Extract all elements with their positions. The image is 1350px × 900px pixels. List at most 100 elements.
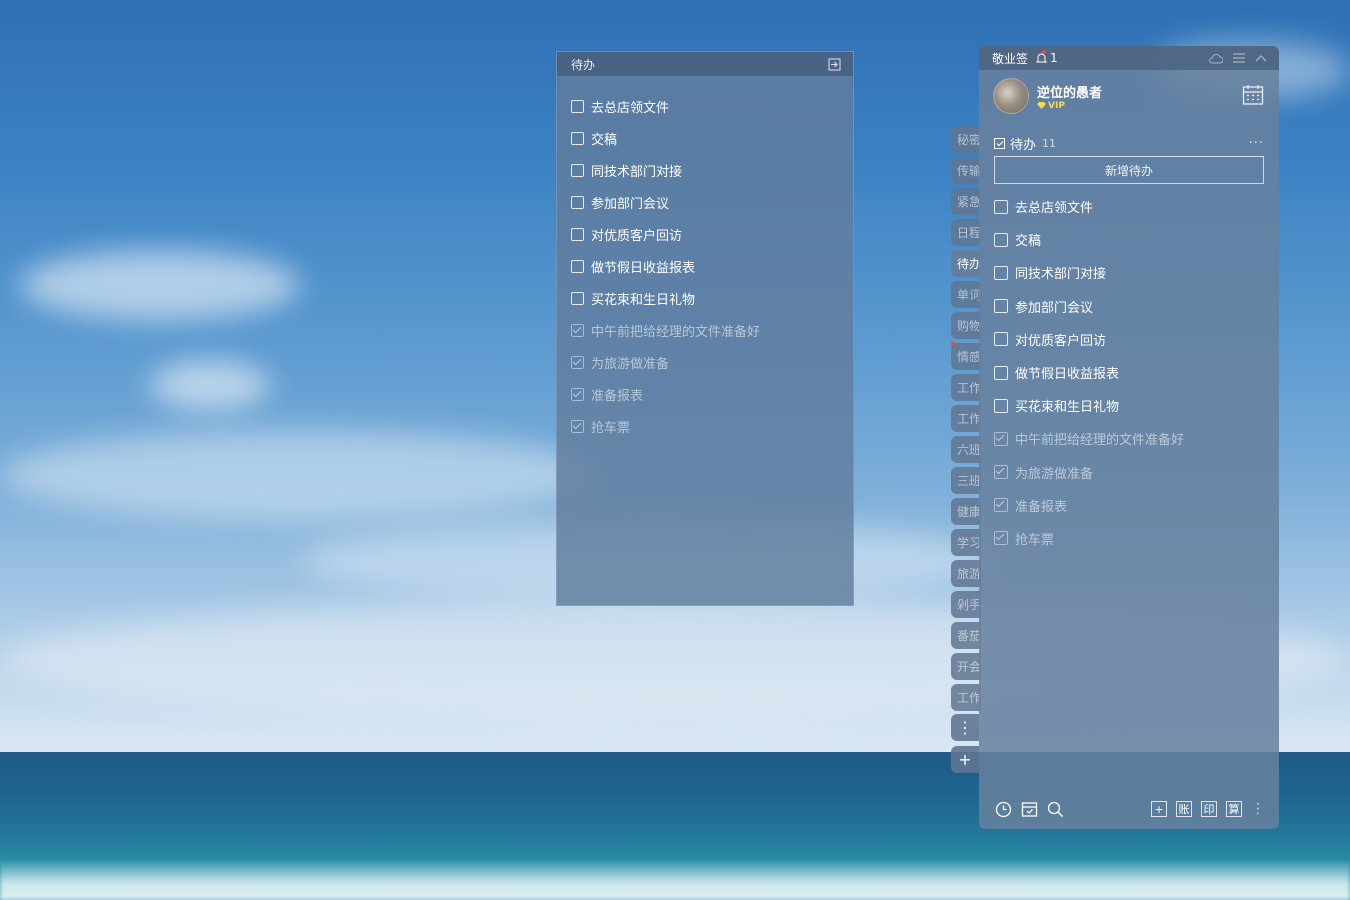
category-tab[interactable]: 情感 [951,343,981,370]
todo-item[interactable]: 买花束和生日礼物 [571,282,853,314]
todo-item[interactable]: 交稿 [571,122,853,154]
todo-item[interactable]: 参加部门会议 [994,290,1279,323]
collapse-icon[interactable] [1255,54,1267,62]
todo-item[interactable]: 对优质客户回访 [994,323,1279,356]
checkbox[interactable] [994,199,1008,214]
todo-item[interactable]: 去总店领文件 [571,90,853,122]
cloud-sync-icon[interactable] [1208,53,1223,64]
todo-item[interactable]: 中午前把给经理的文件准备好 [571,314,853,346]
print-tool[interactable]: 印 [1201,801,1217,817]
vip-badge: VIP [1037,101,1102,111]
notification-button[interactable]: 1 [1036,50,1058,65]
checkbox-checked[interactable] [994,531,1008,546]
todo-text: 抢车票 [1015,532,1055,548]
todo-item[interactable]: 准备报表 [571,378,853,410]
todo-item[interactable]: 抢车票 [571,410,853,442]
floating-todo-panel: 待办 去总店领文件交稿同技术部门对接参加部门会议 对优质客户回访做节假日收益报表买… [556,51,854,606]
checkbox-checked[interactable] [571,419,584,433]
checkbox-checked[interactable] [571,387,584,401]
todo-item[interactable]: 抢车票 [994,522,1279,555]
add-note-tool[interactable]: + [1151,801,1167,817]
checkbox-checked[interactable] [571,323,584,337]
todo-item[interactable]: 为旅游做准备 [571,346,853,378]
category-tab[interactable]: 番茄 [951,622,981,649]
todo-item[interactable]: 对优质客户回访 [571,218,853,250]
todo-item[interactable]: 交稿 [994,223,1279,256]
avatar[interactable] [993,78,1029,114]
category-tab[interactable]: 工作 [951,405,981,432]
todo-text: 交稿 [591,132,618,148]
category-tab[interactable]: 开会 [951,653,981,680]
checkbox-checked[interactable] [994,431,1008,446]
floating-panel-header[interactable]: 待办 [557,52,853,76]
category-tab[interactable]: 学习 [951,529,981,556]
checkbox-checked[interactable] [994,465,1008,480]
todo-text: 准备报表 [1015,499,1068,515]
checkbox[interactable] [994,299,1008,314]
checkbox[interactable] [994,232,1008,247]
search-icon[interactable] [1047,801,1064,818]
surf [0,862,1350,900]
todo-check-icon [994,138,1005,149]
category-tab[interactable]: 健康 [951,498,981,525]
todo-item[interactable]: 做节假日收益报表 [994,356,1279,389]
todo-text: 准备报表 [591,388,644,404]
todo-item[interactable]: 同技术部门对接 [994,256,1279,289]
checkbox[interactable] [571,99,584,113]
todo-text: 去总店领文件 [1015,201,1094,217]
footer-more-button[interactable]: ⋮ [1251,801,1265,817]
notification-count: 1 [1050,51,1058,65]
category-tab[interactable]: 工作 [951,374,981,401]
category-tab[interactable]: 剁手 [951,591,981,618]
archive-icon[interactable] [1021,801,1038,818]
category-tab[interactable]: 待办 [951,250,981,277]
todo-item[interactable]: 为旅游做准备 [994,456,1279,489]
clock-icon[interactable] [995,801,1012,818]
category-tab[interactable]: 日程 [951,219,981,246]
todo-text: 做节假日收益报表 [591,260,696,276]
todo-text: 对优质客户回访 [1015,333,1107,349]
exit-icon[interactable] [828,58,841,71]
todo-item[interactable]: 去总店领文件 [994,190,1279,223]
checkbox[interactable] [571,259,584,273]
checkbox[interactable] [994,398,1008,413]
app-titlebar[interactable]: 敬业签 1 [979,46,1279,70]
todo-item[interactable]: 参加部门会议 [571,186,853,218]
checkbox-checked[interactable] [571,355,584,369]
section-more-button[interactable]: ··· [1249,136,1264,151]
checkbox[interactable] [571,227,584,241]
todo-item[interactable]: 做节假日收益报表 [571,250,853,282]
category-tab[interactable]: 单词 [951,281,981,308]
checkbox[interactable] [994,265,1008,280]
calendar-icon[interactable] [1242,84,1264,110]
account-tool[interactable]: 账 [1176,801,1192,817]
checkbox[interactable] [571,163,584,177]
category-tab[interactable]: 六班 [951,436,981,463]
checkbox[interactable] [571,291,584,305]
checkbox[interactable] [994,332,1008,347]
add-todo-button[interactable]: 新增待办 [994,156,1264,184]
todo-item[interactable]: 同技术部门对接 [571,154,853,186]
checkbox[interactable] [571,131,584,145]
checkbox[interactable] [571,195,584,209]
username: 逆位的愚者 [1037,85,1103,101]
todo-text: 同技术部门对接 [591,164,683,180]
calculator-tool[interactable]: 算 [1226,801,1242,817]
category-tab[interactable]: 传输 [951,157,981,184]
category-tab[interactable]: 旅游 [951,560,981,587]
checkbox[interactable] [994,365,1008,380]
category-tab[interactable]: 三班 [951,467,981,494]
add-tab-button[interactable]: + [951,746,979,773]
todo-item[interactable]: 买花束和生日礼物 [994,389,1279,422]
todo-text: 参加部门会议 [1015,300,1094,316]
menu-icon[interactable] [1233,53,1245,63]
category-tab[interactable]: 秘密 [951,126,981,153]
category-tab[interactable]: 购物 [951,312,981,339]
todo-item[interactable]: 中午前把给经理的文件准备好 [994,422,1279,455]
category-tab[interactable]: 工作 [951,684,981,711]
todo-item[interactable]: 准备报表 [994,489,1279,522]
category-tab[interactable]: 紧急 [951,188,981,215]
todo-text: 中午前把给经理的文件准备好 [591,324,761,340]
checkbox-checked[interactable] [994,498,1008,513]
more-tabs-button[interactable]: ⋮ [951,714,979,741]
